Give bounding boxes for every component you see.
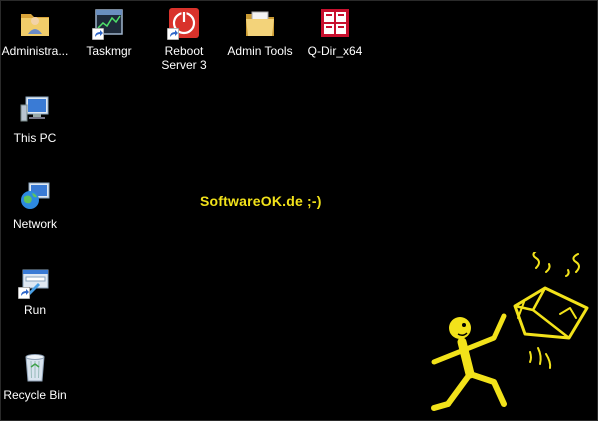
desktop-icon-label: Run [23,303,46,317]
desktop-icon-label: Administra... [1,44,69,58]
desktop-icon-network[interactable]: Network [0,179,73,231]
user-folder-icon [18,6,52,40]
computer-icon [18,93,52,127]
desktop-icon-recycle-bin[interactable]: Recycle Bin [0,350,73,402]
wallpaper-text: SoftwareOK.de ;-) [200,193,322,209]
folder-icon [243,6,277,40]
desktop-icon-this-pc[interactable]: This PC [0,93,73,145]
shortcut-arrow-icon [92,28,104,40]
q-dir-app-icon [318,6,352,40]
network-globe-icon [18,179,52,213]
recycle-bin-icon [18,350,52,384]
desktop-icon-reboot-server[interactable]: Reboot Server 3 [146,6,222,72]
shortcut-arrow-icon [18,287,30,299]
desktop-background: Administra... Taskmgr Reboot Server 3 Ad… [0,0,598,421]
desktop-icon-label: Recycle Bin [3,388,67,402]
shortcut-arrow-icon [167,28,179,40]
desktop-icon-taskmgr[interactable]: Taskmgr [71,6,147,58]
stick-figure-kicking-box-graphic [431,252,589,411]
desktop-icon-label: Reboot Server 3 [161,44,207,72]
desktop-icon-label: Taskmgr [86,44,132,58]
desktop-icon-label: Q-Dir_x64 [307,44,363,58]
desktop-icon-administrator[interactable]: Administra... [0,6,73,58]
desktop-icon-q-dir[interactable]: Q-Dir_x64 [297,6,373,58]
desktop-icon-label: Admin Tools [227,44,293,58]
task-manager-shortcut-icon [92,6,126,40]
run-shortcut-icon [18,265,52,299]
desktop-icon-run[interactable]: Run [0,265,73,317]
desktop-icon-label: This PC [13,131,57,145]
desktop-icon-label: Network [12,217,57,231]
desktop-icon-admin-tools[interactable]: Admin Tools [222,6,298,58]
power-restart-shortcut-icon [167,6,201,40]
